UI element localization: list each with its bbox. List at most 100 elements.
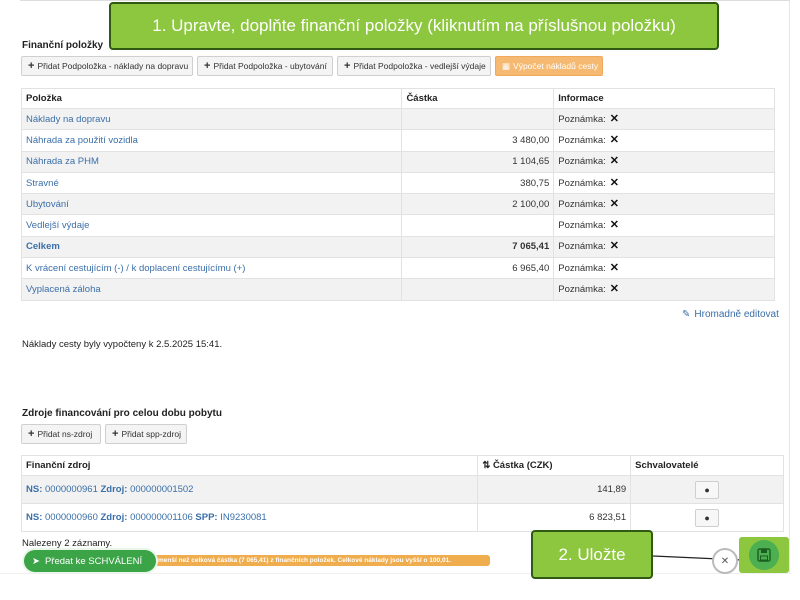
- close-icon: ✕: [720, 555, 730, 567]
- table-row[interactable]: NS: 0000000960 Zdroj: 000000001106 SPP: …: [20, 503, 784, 532]
- ns-value: 0000000961: [45, 484, 98, 495]
- zdroj-value: 000000001106: [130, 512, 193, 523]
- table-row[interactable]: Vedlejší výdaje Poznámka: ✕: [20, 214, 775, 237]
- table-row[interactable]: Vyplacená záloha Poznámka: ✕: [20, 278, 775, 301]
- note-label: Poznámka:: [558, 177, 606, 189]
- info-cell: Poznámka: ✕: [553, 257, 775, 280]
- spp-value: IN9230081: [220, 512, 267, 523]
- funding-sources-table: Finanční zdroj ⇅ Částka (CZK) Schvalovat…: [20, 455, 784, 532]
- item-link[interactable]: Vedlejší výdaje: [20, 214, 403, 237]
- note-label: Poznámka:: [558, 241, 606, 253]
- amount-cell: 380,75: [401, 171, 555, 195]
- column-header-info: Informace: [553, 88, 775, 109]
- ns-label: NS:: [26, 512, 43, 523]
- save-highlight: [739, 537, 789, 573]
- amount-cell: [401, 278, 555, 301]
- divider: [20, 0, 790, 1]
- info-cell: Poznámka: ✕: [553, 129, 775, 152]
- close-icon[interactable]: ✕: [610, 262, 619, 274]
- ns-value: 0000000960: [45, 512, 98, 523]
- save-button[interactable]: [749, 540, 779, 570]
- plus-icon: +: [344, 59, 351, 72]
- add-accommodation-subitem-button[interactable]: + Přidat Podpoložka - ubytování: [197, 56, 333, 76]
- bulk-edit-link[interactable]: ✎ Hromadně editovat: [682, 309, 779, 320]
- add-ns-source-button[interactable]: + Přidat ns-zdroj: [21, 424, 101, 444]
- close-icon[interactable]: ✕: [610, 113, 619, 125]
- button-label: Přidat spp-zdroj: [121, 429, 181, 439]
- compute-trip-costs-button[interactable]: ▦ Výpočet nákladů cesty: [495, 56, 603, 76]
- zdroj-label: Zdroj:: [100, 484, 128, 495]
- zdroj-value: 000000001502: [130, 484, 194, 495]
- button-label: Přidat ns-zdroj: [37, 429, 93, 439]
- note-label: Poznámka:: [558, 113, 606, 125]
- close-icon[interactable]: ✕: [610, 241, 619, 252]
- source-cell[interactable]: NS: 0000000961 Zdroj: 000000001502: [20, 475, 479, 504]
- amount-cell: 6 965,40: [401, 257, 555, 280]
- info-cell: Poznámka: ✕: [553, 214, 775, 237]
- note-label: Poznámka:: [558, 198, 606, 210]
- note-label: Poznámka:: [558, 156, 606, 168]
- item-link[interactable]: Náhrada za použití vozidla: [20, 129, 403, 152]
- column-header-source: Finanční zdroj: [20, 455, 479, 476]
- instruction-callout-2: 2. Uložte: [531, 530, 653, 579]
- add-side-expenses-subitem-button[interactable]: + Přidat Podpoložka - vedlejší výdaje: [337, 56, 491, 76]
- table-row[interactable]: Náhrada za použití vozidla 3 480,00 Pozn…: [20, 129, 775, 152]
- amount-cell: 141,89: [477, 475, 632, 504]
- column-header-item: Položka: [20, 88, 403, 109]
- close-icon[interactable]: ✕: [610, 156, 619, 167]
- item-link[interactable]: Vyplacená záloha: [20, 278, 403, 301]
- close-icon[interactable]: ✕: [610, 134, 619, 146]
- plus-icon: +: [204, 59, 211, 72]
- calculator-icon: ▦: [502, 60, 511, 71]
- add-transport-subitem-button[interactable]: + Přidat Podpoložka - náklady na dopravu: [21, 56, 193, 76]
- table-row[interactable]: Náklady na dopravu Poznámka: ✕: [20, 107, 775, 131]
- info-cell: Poznámka: ✕: [553, 235, 775, 259]
- amount-cell: 2 100,00: [401, 193, 555, 216]
- info-cell: Poznámka: ✕: [553, 171, 775, 195]
- zdroj-label: Zdroj:: [100, 512, 128, 523]
- warning-bar: menší než celková částka (7 065,41) z fi…: [152, 555, 490, 566]
- pencil-icon: ✎: [682, 309, 691, 320]
- table-row-total[interactable]: Celkem 7 065,41 Poznámka: ✕: [20, 235, 775, 259]
- button-label: Přidat Podpoložka - ubytování: [213, 61, 327, 71]
- note-label: Poznámka:: [558, 134, 606, 146]
- item-link[interactable]: Ubytování: [20, 193, 403, 216]
- close-icon[interactable]: ✕: [610, 220, 619, 231]
- approver-button[interactable]: ●: [695, 480, 720, 499]
- column-header-amount[interactable]: ⇅ Částka (CZK): [477, 455, 632, 476]
- table-row[interactable]: Stravné 380,75 Poznámka: ✕: [20, 171, 775, 195]
- records-found-text: Nalezeny 2 záznamy.: [22, 538, 113, 549]
- amount-cell: [401, 214, 555, 237]
- item-link[interactable]: K vrácení cestujícím (-) / k doplacení c…: [20, 257, 403, 280]
- close-circle-button[interactable]: ✕: [712, 548, 738, 574]
- send-icon: ➤: [32, 555, 40, 567]
- item-link[interactable]: Náklady na dopravu: [20, 107, 403, 131]
- table-row[interactable]: NS: 0000000961 Zdroj: 000000001502 141,8…: [20, 475, 784, 504]
- column-header-amount-label: Částka (CZK): [492, 460, 553, 471]
- plus-icon: +: [28, 427, 35, 440]
- send-for-approval-button[interactable]: ➤ Předat ke SCHVÁLENÍ: [24, 550, 156, 572]
- column-header-approvers: Schvalovatelé: [630, 455, 784, 476]
- ns-label: NS:: [26, 484, 43, 495]
- info-cell: Poznámka: ✕: [553, 150, 775, 173]
- column-header-amount: Částka: [401, 88, 555, 109]
- item-link[interactable]: Stravné: [20, 171, 403, 195]
- item-link[interactable]: Celkem: [20, 235, 403, 259]
- sort-icon: ⇅: [482, 460, 493, 471]
- add-spp-source-button[interactable]: + Přidat spp-zdroj: [105, 424, 187, 444]
- item-link[interactable]: Náhrada za PHM: [20, 150, 403, 173]
- table-row[interactable]: K vrácení cestujícím (-) / k doplacení c…: [20, 257, 775, 280]
- close-icon[interactable]: ✕: [610, 284, 619, 295]
- note-label: Poznámka:: [558, 262, 606, 274]
- amount-cell: 6 823,51: [477, 503, 632, 532]
- approver-button[interactable]: ●: [695, 508, 720, 527]
- funding-sources-title: Zdroje financování pro celou dobu pobytu: [22, 408, 222, 419]
- page: Finanční položky + Přidat Podpoložka - n…: [0, 0, 790, 600]
- table-row[interactable]: Náhrada za PHM 1 104,65 Poznámka: ✕: [20, 150, 775, 173]
- source-cell[interactable]: NS: 0000000960 Zdroj: 000000001106 SPP: …: [20, 503, 479, 532]
- financial-items-title: Finanční položky: [22, 40, 104, 51]
- close-icon[interactable]: ✕: [610, 198, 619, 210]
- bottom-strip: [0, 573, 790, 600]
- table-row[interactable]: Ubytování 2 100,00 Poznámka: ✕: [20, 193, 775, 216]
- close-icon[interactable]: ✕: [610, 177, 619, 189]
